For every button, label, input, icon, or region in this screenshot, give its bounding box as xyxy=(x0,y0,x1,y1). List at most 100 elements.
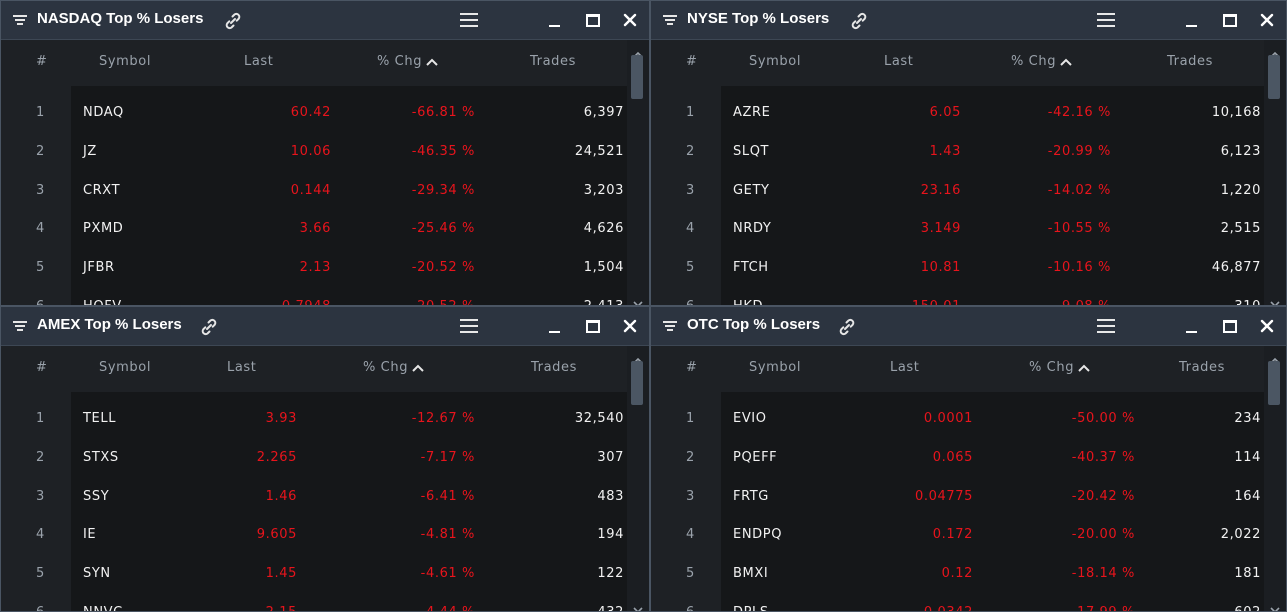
table-row[interactable]: 2 PQEFF 0.065 -40.37 % 114 xyxy=(651,438,1264,476)
row-symbol[interactable]: SSY xyxy=(83,489,109,504)
minimize-icon[interactable] xyxy=(1183,317,1201,335)
row-symbol[interactable]: HOFV xyxy=(83,299,122,305)
row-symbol[interactable]: JFBR xyxy=(83,260,115,275)
table-row[interactable]: 3 CRXT 0.144 -29.34 % 3,203 xyxy=(1,171,627,209)
table-row[interactable]: 1 EVIO 0.0001 -50.00 % 234 xyxy=(651,399,1264,437)
row-symbol[interactable]: FTCH xyxy=(733,260,769,275)
column-header-last[interactable]: Last xyxy=(884,54,913,69)
panel-titlebar[interactable]: OTC Top % Losers xyxy=(651,307,1286,346)
table-row[interactable]: 4 PXMD 3.66 -25.46 % 4,626 xyxy=(1,209,627,247)
row-symbol[interactable]: HKD xyxy=(733,299,763,305)
row-symbol[interactable]: PQEFF xyxy=(733,450,777,465)
table-row[interactable]: 6 NNVC 2.15 -4.44 % 432 xyxy=(1,593,627,611)
row-symbol[interactable]: PXMD xyxy=(83,221,123,236)
table-row[interactable]: 5 FTCH 10.81 -10.16 % 46,877 xyxy=(651,248,1264,286)
close-icon[interactable] xyxy=(621,317,639,335)
column-header-pct-change[interactable]: % Chg xyxy=(377,54,438,69)
list-menu-icon[interactable] xyxy=(13,15,27,26)
minimize-icon[interactable] xyxy=(1183,11,1201,29)
row-symbol[interactable]: NRDY xyxy=(733,221,771,236)
row-symbol[interactable]: FRTG xyxy=(733,489,769,504)
row-symbol[interactable]: SYN xyxy=(83,566,111,581)
scroll-up-chevron-icon[interactable] xyxy=(632,44,644,58)
hamburger-icon[interactable] xyxy=(1097,317,1115,335)
sort-ascending-caret-icon[interactable] xyxy=(408,360,424,375)
column-header-pct-change[interactable]: % Chg xyxy=(1029,360,1090,375)
table-row[interactable]: 3 SSY 1.46 -6.41 % 483 xyxy=(1,477,627,515)
column-header-rank[interactable]: # xyxy=(36,54,48,69)
column-header-trades[interactable]: Trades xyxy=(530,54,576,69)
row-symbol[interactable]: SLQT xyxy=(733,144,769,159)
maximize-icon[interactable] xyxy=(584,11,602,29)
panel-titlebar[interactable]: AMEX Top % Losers xyxy=(1,307,649,346)
table-row[interactable]: 5 SYN 1.45 -4.61 % 122 xyxy=(1,554,627,592)
table-row[interactable]: 4 IE 9.605 -4.81 % 194 xyxy=(1,515,627,553)
row-symbol[interactable]: IE xyxy=(83,527,96,542)
table-row[interactable]: 1 TELL 3.93 -12.67 % 32,540 xyxy=(1,399,627,437)
column-header-symbol[interactable]: Symbol xyxy=(749,54,801,69)
row-symbol[interactable]: NNVC xyxy=(83,605,123,611)
row-symbol[interactable]: NDAQ xyxy=(83,105,124,120)
column-header-rank[interactable]: # xyxy=(686,360,698,375)
table-row[interactable]: 1 NDAQ 60.42 -66.81 % 6,397 xyxy=(1,93,627,131)
close-icon[interactable] xyxy=(621,11,639,29)
close-icon[interactable] xyxy=(1258,11,1276,29)
table-row[interactable]: 5 BMXI 0.12 -18.14 % 181 xyxy=(651,554,1264,592)
column-header-trades[interactable]: Trades xyxy=(1167,54,1213,69)
table-row[interactable]: 3 FRTG 0.04775 -20.42 % 164 xyxy=(651,477,1264,515)
column-header-pct-change[interactable]: % Chg xyxy=(363,360,424,375)
row-symbol[interactable]: STXS xyxy=(83,450,119,465)
table-row[interactable]: 2 SLQT 1.43 -20.99 % 6,123 xyxy=(651,132,1264,170)
link-chain-icon[interactable] xyxy=(223,11,243,31)
sort-ascending-caret-icon[interactable] xyxy=(422,54,438,69)
table-row[interactable]: 4 NRDY 3.149 -10.55 % 2,515 xyxy=(651,209,1264,247)
scroll-up-chevron-icon[interactable] xyxy=(1269,44,1281,58)
scrollbar-thumb[interactable] xyxy=(631,55,643,99)
row-symbol[interactable]: JZ xyxy=(83,144,97,159)
panel-titlebar[interactable]: NYSE Top % Losers xyxy=(651,1,1286,40)
maximize-icon[interactable] xyxy=(584,317,602,335)
scroll-up-chevron-icon[interactable] xyxy=(632,350,644,364)
column-header-symbol[interactable]: Symbol xyxy=(99,360,151,375)
table-row[interactable]: 4 ENDPQ 0.172 -20.00 % 2,022 xyxy=(651,515,1264,553)
hamburger-icon[interactable] xyxy=(460,11,478,29)
link-chain-icon[interactable] xyxy=(199,317,219,337)
column-header-trades[interactable]: Trades xyxy=(1179,360,1225,375)
link-chain-icon[interactable] xyxy=(849,11,869,31)
scrollbar-thumb[interactable] xyxy=(1268,361,1280,405)
list-menu-icon[interactable] xyxy=(663,15,677,26)
scroll-down-chevron-icon[interactable] xyxy=(632,599,644,611)
list-menu-icon[interactable] xyxy=(13,321,27,332)
panel-titlebar[interactable]: NASDAQ Top % Losers xyxy=(1,1,649,40)
sort-ascending-caret-icon[interactable] xyxy=(1056,54,1072,69)
minimize-icon[interactable] xyxy=(546,11,564,29)
row-symbol[interactable]: CRXT xyxy=(83,183,120,198)
column-header-pct-change[interactable]: % Chg xyxy=(1011,54,1072,69)
column-header-rank[interactable]: # xyxy=(36,360,48,375)
vertical-scrollbar[interactable] xyxy=(627,40,649,305)
row-symbol[interactable]: BMXI xyxy=(733,566,768,581)
scrollbar-thumb[interactable] xyxy=(1268,55,1280,99)
scroll-down-chevron-icon[interactable] xyxy=(632,293,644,305)
column-header-trades[interactable]: Trades xyxy=(531,360,577,375)
row-symbol[interactable]: AZRE xyxy=(733,105,770,120)
column-header-symbol[interactable]: Symbol xyxy=(99,54,151,69)
maximize-icon[interactable] xyxy=(1221,11,1239,29)
sort-ascending-caret-icon[interactable] xyxy=(1074,360,1090,375)
list-menu-icon[interactable] xyxy=(663,321,677,332)
table-row[interactable]: 2 STXS 2.265 -7.17 % 307 xyxy=(1,438,627,476)
close-icon[interactable] xyxy=(1258,317,1276,335)
row-symbol[interactable]: DPLS xyxy=(733,605,769,611)
row-symbol[interactable]: ENDPQ xyxy=(733,527,782,542)
table-row[interactable]: 6 DPLS 0.0342 -17.99 % 602 xyxy=(651,593,1264,611)
table-row[interactable]: 6 HOFV 0.7948 -20.52 % 2,413 xyxy=(1,287,627,305)
maximize-icon[interactable] xyxy=(1221,317,1239,335)
table-row[interactable]: 5 JFBR 2.13 -20.52 % 1,504 xyxy=(1,248,627,286)
row-symbol[interactable]: GETY xyxy=(733,183,770,198)
vertical-scrollbar[interactable] xyxy=(1264,40,1286,305)
row-symbol[interactable]: EVIO xyxy=(733,411,767,426)
row-symbol[interactable]: TELL xyxy=(83,411,116,426)
vertical-scrollbar[interactable] xyxy=(627,346,649,611)
scroll-up-chevron-icon[interactable] xyxy=(1269,350,1281,364)
table-row[interactable]: 2 JZ 10.06 -46.35 % 24,521 xyxy=(1,132,627,170)
